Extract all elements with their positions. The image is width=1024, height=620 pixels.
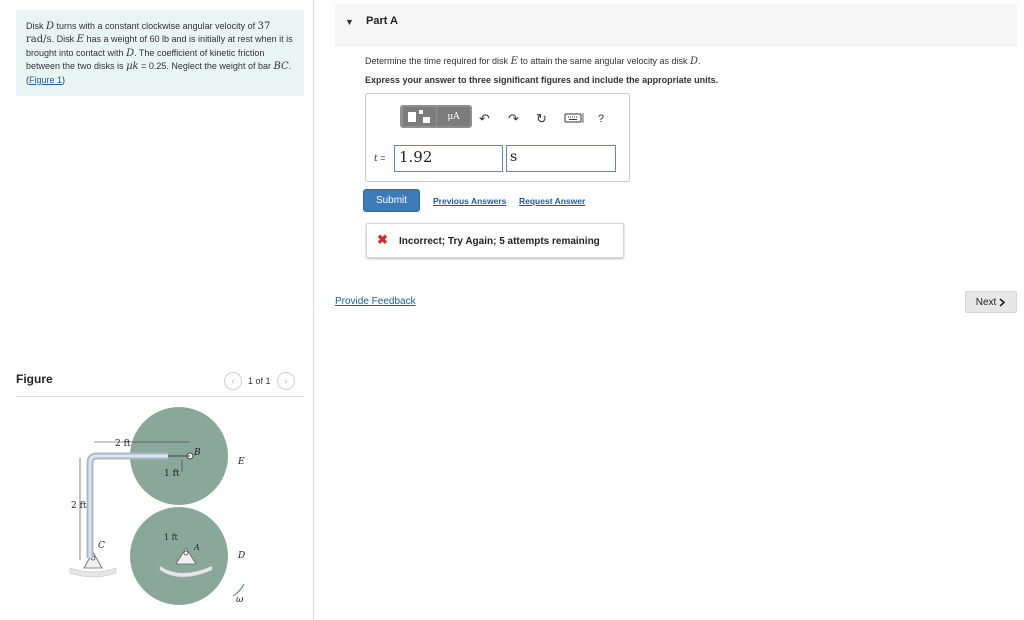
symbol-e: E	[510, 56, 518, 67]
label-b: B	[193, 448, 201, 458]
part-a-header[interactable]: ▼ Part A	[335, 4, 1017, 46]
symbol-d: D	[689, 56, 698, 67]
templates-icon[interactable]	[403, 107, 436, 126]
symbol-bc: BC	[273, 61, 289, 73]
feedback-message: Incorrect; Try Again; 5 attempts remaini…	[399, 236, 600, 247]
caret-down-icon[interactable]: ▼	[345, 17, 354, 27]
answer-unit-input[interactable]: s	[506, 145, 616, 172]
chevron-right-icon[interactable]: ›	[276, 372, 295, 390]
symbol-mu-k: μk	[126, 61, 139, 73]
pin-a	[183, 550, 189, 556]
label-dim-mid: 1 ft	[164, 469, 180, 479]
figure-link[interactable]: Figure 1	[29, 75, 62, 85]
angular-velocity-value: 37	[257, 21, 271, 32]
problem-text: . Disk	[51, 34, 77, 45]
units-label: μA	[447, 111, 460, 122]
provide-feedback-link[interactable]: Provide Feedback	[335, 296, 416, 307]
answer-value-input[interactable]: 1.92	[394, 145, 503, 172]
label-omega: ω	[236, 595, 244, 605]
label-a: A	[193, 543, 200, 552]
next-label: Next	[975, 296, 997, 308]
problem-text: = 0.25. Neglect the weight of bar	[138, 61, 274, 72]
undo-icon[interactable]: ↶	[479, 112, 490, 126]
angular-velocity-unit: rad/s	[26, 34, 52, 46]
answer-instruction: Express your answer to three significant…	[365, 75, 719, 85]
help-icon[interactable]: ?	[598, 112, 604, 126]
figure-diagram: 2 ft 2 ft 1 ft 1 ft B E C A D ω	[69, 407, 245, 605]
answer-box: μA ↶ ↷ ↻ ? t = 1.92 s	[365, 93, 630, 182]
symbol-e: E	[76, 34, 84, 46]
question-text: Determine the time required for disk E t…	[365, 56, 701, 67]
chevron-right-icon	[999, 297, 1006, 307]
redo-icon[interactable]: ↷	[508, 112, 519, 126]
template-toolbar: μA	[400, 105, 472, 128]
ground-c	[69, 567, 117, 578]
label-dim-left: 2 ft	[71, 501, 87, 511]
chevron-left-icon[interactable]: ‹	[224, 372, 242, 390]
units-button[interactable]: μA	[437, 107, 470, 126]
problem-text: turns with a constant clockwise angular …	[54, 21, 258, 31]
figure-pager: ‹ 1 of 1 ›	[224, 372, 295, 390]
figure-divider	[16, 396, 304, 397]
disk-d	[130, 507, 228, 605]
label-d: D	[237, 551, 245, 561]
problem-text: Disk	[26, 21, 46, 31]
problem-text: )	[62, 74, 66, 85]
question-segment: Determine the time required for disk	[365, 56, 511, 66]
question-segment: .	[698, 56, 701, 66]
keyboard-icon[interactable]	[564, 112, 584, 127]
label-e: E	[237, 457, 245, 467]
panel-divider	[313, 0, 314, 620]
symbol-d: D	[126, 47, 135, 59]
figure-page-count: 1 of 1	[248, 376, 271, 386]
figure-title: Figure	[16, 372, 53, 386]
symbol-d: D	[46, 21, 55, 32]
label-dim-low: 1 ft	[164, 533, 179, 542]
request-answer-link[interactable]: Request Answer	[519, 196, 585, 206]
label-c: C	[98, 541, 105, 551]
question-segment: to attain the same angular velocity as d…	[517, 56, 690, 66]
error-x-icon: ✖	[377, 232, 388, 247]
next-button[interactable]: Next	[965, 291, 1017, 313]
incorrect-feedback: ✖ Incorrect; Try Again; 5 attempts remai…	[366, 223, 624, 258]
submit-button[interactable]: Submit	[363, 189, 420, 212]
previous-answers-link[interactable]: Previous Answers	[433, 196, 506, 206]
reset-icon[interactable]: ↻	[536, 112, 547, 126]
label-dim-top: 2 ft	[115, 439, 131, 449]
problem-statement: Disk D turns with a constant clockwise a…	[16, 10, 304, 96]
variable-label: t =	[374, 153, 386, 164]
part-title: Part A	[366, 15, 398, 27]
